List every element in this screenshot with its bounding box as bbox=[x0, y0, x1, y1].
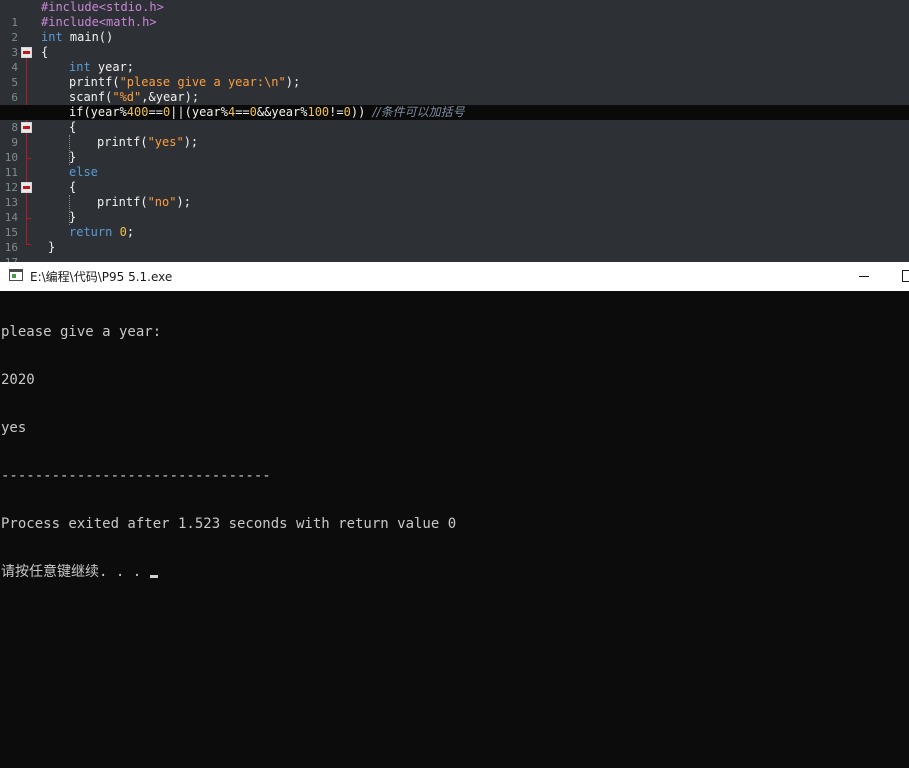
code-number: 0 bbox=[119, 225, 127, 239]
code-text: == bbox=[148, 105, 163, 119]
code-keyword: return bbox=[69, 225, 113, 239]
code-text: ); bbox=[176, 195, 191, 209]
maximize-button[interactable] bbox=[896, 262, 909, 291]
code-text: ,&year); bbox=[141, 90, 200, 104]
fold-collapse-icon[interactable] bbox=[21, 182, 32, 193]
code-text: } bbox=[69, 210, 77, 224]
code-text: main() bbox=[62, 30, 114, 44]
code-number: 0 bbox=[249, 105, 257, 119]
window-title: E:\编程\代码\P95 5.1.exe bbox=[30, 270, 173, 284]
console-titlebar[interactable]: E:\编程\代码\P95 5.1.exe bbox=[0, 262, 909, 291]
console-prompt: 请按任意键继续. . . bbox=[1, 564, 150, 580]
code-text: printf( bbox=[97, 195, 148, 209]
code-line[interactable]: 6 printf("please give a year:\n"); bbox=[0, 75, 909, 104]
code-text: ||(year% bbox=[170, 105, 228, 119]
code-text: printf( bbox=[69, 75, 120, 89]
console-line: yes bbox=[1, 420, 27, 436]
code-line[interactable]: 13 { bbox=[0, 180, 909, 209]
code-comment: //条件可以加括号 bbox=[372, 105, 465, 119]
code-string: "no" bbox=[147, 195, 177, 209]
code-text: { bbox=[41, 45, 49, 59]
code-line[interactable]: 15 } bbox=[0, 210, 909, 239]
code-text: ; bbox=[126, 225, 135, 239]
code-text: scanf( bbox=[69, 90, 113, 104]
console-line: -------------------------------- bbox=[1, 468, 271, 484]
code-text: { bbox=[69, 120, 77, 134]
code-text: printf( bbox=[97, 135, 148, 149]
minimize-button[interactable] bbox=[850, 262, 878, 291]
code-line[interactable]: 16 return 0; bbox=[0, 225, 909, 254]
code-line[interactable]: 3 int main() bbox=[0, 30, 909, 59]
code-text: #include<math.h> bbox=[41, 15, 157, 29]
code-text: if(year% bbox=[69, 105, 127, 119]
code-number: 0 bbox=[343, 105, 351, 119]
console-line: 2020 bbox=[1, 372, 35, 388]
code-keyword: else bbox=[69, 165, 98, 179]
code-line[interactable]: 5 int year; bbox=[0, 60, 909, 89]
code-keyword: int bbox=[41, 30, 63, 44]
code-line[interactable]: 12 else bbox=[0, 165, 909, 194]
code-line[interactable]: 2 #include<math.h> bbox=[0, 15, 909, 44]
code-string: "yes" bbox=[147, 135, 184, 149]
code-line[interactable]: 11 } bbox=[0, 150, 909, 179]
code-string: "%d" bbox=[112, 90, 142, 104]
code-string: "please give a year:\n" bbox=[119, 75, 286, 89]
code-text: ); bbox=[183, 135, 199, 149]
code-line[interactable]: 1 #include<stdio.h> bbox=[0, 0, 909, 29]
text-cursor-icon bbox=[149, 575, 158, 578]
code-line[interactable]: 17 } bbox=[0, 240, 909, 262]
code-editor[interactable]: 1 #include<stdio.h> 2 #include<math.h> 3… bbox=[0, 0, 909, 262]
code-text: } bbox=[48, 240, 56, 254]
code-number: 100 bbox=[307, 105, 330, 119]
console-prompt-line: 请按任意键继续. . . bbox=[1, 564, 906, 580]
code-text: &&year% bbox=[256, 105, 308, 119]
code-keyword: int bbox=[69, 60, 91, 74]
code-line[interactable]: 7 scanf("%d",&year); bbox=[0, 90, 909, 119]
console-app-icon bbox=[9, 269, 23, 281]
code-text: { bbox=[69, 180, 77, 194]
fold-collapse-icon[interactable] bbox=[21, 47, 32, 58]
code-number: 400 bbox=[126, 105, 149, 119]
line-number: 17 bbox=[0, 255, 18, 262]
console-line: please give a year: bbox=[1, 324, 162, 340]
code-text: #include<stdio.h> bbox=[41, 0, 164, 14]
console-output[interactable]: please give a year: 2020 yes -----------… bbox=[1, 292, 906, 762]
fold-collapse-icon[interactable] bbox=[21, 122, 32, 133]
code-text: ); bbox=[285, 75, 301, 89]
code-line[interactable]: 14 printf("no"); bbox=[0, 195, 909, 224]
code-text: != bbox=[329, 105, 344, 119]
console-line: Process exited after 1.523 seconds with … bbox=[1, 516, 457, 532]
code-text: == bbox=[235, 105, 250, 119]
code-line[interactable]: 4 { bbox=[0, 45, 909, 74]
console-window[interactable]: E:\编程\代码\P95 5.1.exe please give a year:… bbox=[0, 262, 909, 768]
code-text: )) bbox=[350, 105, 373, 119]
code-text: } bbox=[69, 150, 77, 164]
code-text: year; bbox=[90, 60, 135, 74]
code-line[interactable]: 10 printf("yes"); bbox=[0, 135, 909, 164]
code-line[interactable]: 9 { bbox=[0, 120, 909, 149]
code-line-current[interactable]: 8 if(year%400==0||(year%4==0&&year%100!=… bbox=[0, 105, 909, 134]
